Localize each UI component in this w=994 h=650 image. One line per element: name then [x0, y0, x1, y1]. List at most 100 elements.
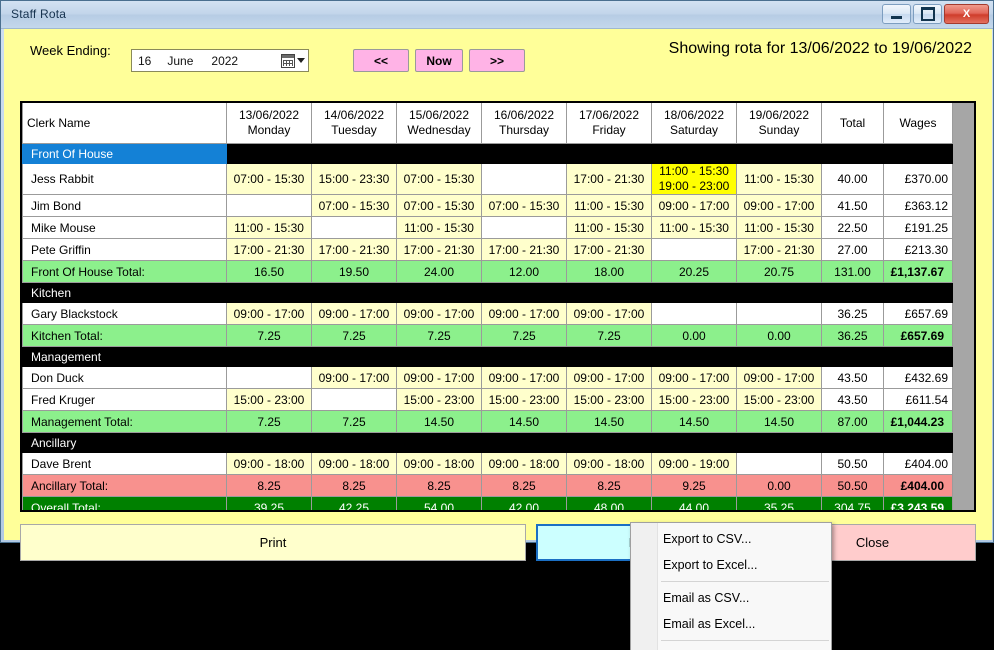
print-button[interactable]: Print [20, 524, 526, 561]
shift-cell[interactable]: 09:00 - 17:00 [396, 302, 482, 325]
table-row[interactable]: Gary Blackstock 09:00 - 17:00 09:00 - 17:0… [22, 302, 953, 325]
shift-cell[interactable]: 07:00 - 15:30 [481, 194, 567, 217]
column-header-total[interactable]: Total [821, 103, 884, 144]
close-button[interactable]: X [944, 4, 989, 24]
previous-week-button[interactable]: << [353, 49, 409, 72]
table-row[interactable]: Pete Griffin 17:00 - 21:30 17:00 - 21:30 17… [22, 238, 953, 261]
group-header-row[interactable]: Kitchen [22, 282, 953, 303]
shift-cell[interactable] [226, 194, 312, 217]
shift-cell[interactable]: 07:00 - 15:30 [226, 163, 312, 195]
shift-cell[interactable]: 15:00 - 23:00 [566, 388, 652, 411]
column-header-day-4[interactable]: 17/06/2022 Friday [566, 103, 652, 144]
export-context-menu[interactable]: Export to CSV... Export to Excel... Email … [630, 522, 832, 650]
shift-cell[interactable]: 07:00 - 15:30 [396, 163, 482, 195]
column-header-day-6[interactable]: 19/06/2022 Sunday [736, 103, 822, 144]
column-header-wages[interactable]: Wages [883, 103, 953, 144]
shift-cell[interactable]: 09:00 - 17:00 [651, 366, 737, 389]
column-header-day-5[interactable]: 18/06/2022 Saturday [651, 103, 737, 144]
date-day-segment[interactable]: 16 [138, 54, 151, 68]
shift-cell[interactable]: 09:00 - 18:00 [226, 452, 312, 475]
shift-cell[interactable]: 17:00 - 21:30 [396, 238, 482, 261]
shift-cell[interactable]: 09:00 - 17:00 [651, 194, 737, 217]
table-row[interactable]: Mike Mouse 11:00 - 15:30 11:00 - 15:30 11:0… [22, 216, 953, 239]
shift-cell[interactable]: 11:00 - 15:30 [566, 194, 652, 217]
shift-cell[interactable] [736, 452, 822, 475]
shift-cell[interactable]: 09:00 - 17:00 [481, 366, 567, 389]
shift-cell[interactable]: 09:00 - 17:00 [311, 302, 397, 325]
shift-cell[interactable]: 11:00 - 15:30 [736, 216, 822, 239]
column-header-day-1[interactable]: 14/06/2022 Tuesday [311, 103, 397, 144]
shift-cell[interactable] [481, 216, 567, 239]
menu-item[interactable]: Export to CSV... [631, 526, 831, 552]
maximize-button[interactable] [913, 4, 942, 24]
shift-cell[interactable]: 09:00 - 17:00 [226, 302, 312, 325]
shift-cell[interactable]: 09:00 - 17:00 [311, 366, 397, 389]
shift-cell[interactable]: 11:00 - 15:30 19:00 - 23:00 [651, 163, 737, 195]
shift-cell[interactable]: 09:00 - 18:00 [396, 452, 482, 475]
shift-cell[interactable]: 17:00 - 21:30 [566, 238, 652, 261]
shift-cell[interactable]: 17:00 - 21:30 [481, 238, 567, 261]
clerk-name-cell[interactable]: Jim Bond [22, 194, 227, 217]
shift-cell[interactable]: 09:00 - 18:00 [566, 452, 652, 475]
clerk-name-cell[interactable]: Mike Mouse [22, 216, 227, 239]
group-header-row[interactable]: Ancillary [22, 432, 953, 453]
shift-cell[interactable]: 11:00 - 15:30 [736, 163, 822, 195]
shift-cell[interactable]: 09:00 - 17:00 [481, 302, 567, 325]
clerk-name-cell[interactable]: Jess Rabbit [22, 163, 227, 195]
shift-cell[interactable]: 07:00 - 15:30 [396, 194, 482, 217]
next-week-button[interactable]: >> [469, 49, 525, 72]
shift-cell[interactable]: 09:00 - 19:00 [651, 452, 737, 475]
column-header-day-3[interactable]: 16/06/2022 Thursday [481, 103, 567, 144]
menu-item[interactable]: Email to Specific Clerks... [631, 644, 831, 650]
shift-cell[interactable]: 17:00 - 21:30 [736, 238, 822, 261]
clerk-name-cell[interactable]: Pete Griffin [22, 238, 227, 261]
group-name-cell[interactable]: Ancillary [22, 432, 227, 453]
shift-cell[interactable]: 15:00 - 23:30 [311, 163, 397, 195]
date-month-segment[interactable]: June [167, 54, 193, 68]
shift-cell[interactable]: 15:00 - 23:00 [651, 388, 737, 411]
shift-cell[interactable]: 09:00 - 17:00 [736, 194, 822, 217]
shift-cell[interactable]: 09:00 - 17:00 [396, 366, 482, 389]
shift-cell[interactable]: 09:00 - 17:00 [736, 366, 822, 389]
table-row[interactable]: Jess Rabbit 07:00 - 15:30 15:00 - 23:30 07:… [22, 163, 953, 195]
group-name-cell[interactable]: Management [22, 346, 227, 367]
shift-cell[interactable]: 15:00 - 23:00 [226, 388, 312, 411]
shift-cell[interactable] [481, 163, 567, 195]
shift-cell[interactable]: 11:00 - 15:30 [651, 216, 737, 239]
shift-cell[interactable]: 11:00 - 15:30 [226, 216, 312, 239]
shift-cell[interactable]: 09:00 - 17:00 [566, 302, 652, 325]
column-header-clerk-name[interactable]: Clerk Name [22, 103, 227, 144]
shift-cell[interactable]: 17:00 - 21:30 [311, 238, 397, 261]
title-bar[interactable]: Staff Rota X [1, 1, 993, 29]
shift-cell[interactable]: 15:00 - 23:00 [736, 388, 822, 411]
shift-cell[interactable]: 15:00 - 23:00 [396, 388, 482, 411]
group-header-row[interactable]: Management [22, 346, 953, 367]
clerk-name-cell[interactable]: Gary Blackstock [22, 302, 227, 325]
now-button[interactable]: Now [415, 49, 463, 72]
menu-item[interactable]: Email as Excel... [631, 611, 831, 637]
shift-cell[interactable]: 11:00 - 15:30 [396, 216, 482, 239]
shift-cell[interactable]: 11:00 - 15:30 [566, 216, 652, 239]
shift-cell[interactable]: 09:00 - 18:00 [311, 452, 397, 475]
menu-item[interactable]: Email as CSV... [631, 585, 831, 611]
shift-cell[interactable] [651, 238, 737, 261]
menu-item[interactable]: Export to Excel... [631, 552, 831, 578]
shift-cell[interactable]: 17:00 - 21:30 [566, 163, 652, 195]
shift-cell[interactable] [311, 388, 397, 411]
shift-cell[interactable] [226, 366, 312, 389]
shift-cell[interactable]: 07:00 - 15:30 [311, 194, 397, 217]
group-header-row[interactable]: Front Of House [22, 143, 953, 164]
rota-grid[interactable]: Clerk Name 13/06/2022 Monday 14/06/2022 Tu… [20, 101, 976, 512]
minimize-button[interactable] [882, 4, 911, 24]
clerk-name-cell[interactable]: Don Duck [22, 366, 227, 389]
shift-cell[interactable]: 09:00 - 18:00 [481, 452, 567, 475]
table-row[interactable]: Jim Bond 07:00 - 15:30 07:00 - 15:30 07:00 … [22, 194, 953, 217]
shift-cell[interactable]: 09:00 - 17:00 [566, 366, 652, 389]
table-row[interactable]: Fred Kruger 15:00 - 23:00 15:00 - 23:00 15:… [22, 388, 953, 411]
shift-cell[interactable] [311, 216, 397, 239]
clerk-name-cell[interactable]: Fred Kruger [22, 388, 227, 411]
column-header-day-0[interactable]: 13/06/2022 Monday [226, 103, 312, 144]
calendar-dropdown-button[interactable] [281, 53, 305, 68]
table-row[interactable]: Dave Brent 09:00 - 18:00 09:00 - 18:00 09:0… [22, 452, 953, 475]
shift-cell[interactable]: 15:00 - 23:00 [481, 388, 567, 411]
